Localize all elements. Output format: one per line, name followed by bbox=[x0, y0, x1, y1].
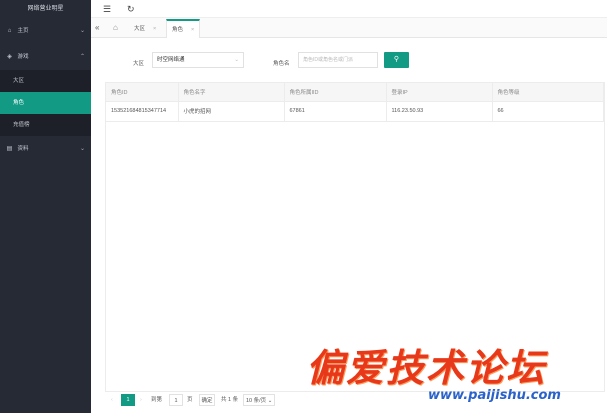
page-size-value: 10 条/页 bbox=[246, 398, 267, 404]
tab-role[interactable]: 角色 × bbox=[166, 19, 201, 38]
chevron-down-icon: ⌄ bbox=[79, 146, 85, 152]
document-icon: ▤ bbox=[6, 146, 13, 152]
home-icon[interactable]: ⌂ bbox=[113, 22, 118, 34]
sidebar-item-home[interactable]: ⌂ 主页 ⌄ bbox=[0, 18, 91, 44]
role-search-input[interactable]: 角色ID或角色名或门派 bbox=[298, 52, 378, 68]
sidebar: 网络营业明星 ⌂ 主页 ⌄ ◈ 游戏 ⌃ 大区 角色 充值榜 ▤ 资料 ⌄ bbox=[0, 0, 91, 413]
menu-toggle-icon[interactable]: ☰ bbox=[103, 3, 111, 15]
column-header: 登录IP bbox=[386, 83, 493, 102]
tab-region[interactable]: 大区 × bbox=[129, 20, 161, 38]
sidebar-item-recharge[interactable]: 充值榜 bbox=[0, 114, 91, 136]
diamond-icon: ◈ bbox=[7, 54, 12, 60]
region-select[interactable]: 时空网络通 ⌄ bbox=[152, 52, 244, 68]
column-header: 角色ID bbox=[106, 83, 179, 102]
chevron-down-icon: ⌄ bbox=[267, 398, 273, 404]
column-header: 角色等级 bbox=[492, 83, 604, 102]
goto-page-input[interactable]: 1 bbox=[169, 394, 183, 406]
prev-page-icon[interactable]: ‹ bbox=[111, 394, 113, 406]
sidebar-item-label: 资料 bbox=[17, 146, 29, 152]
sidebar-item-profile[interactable]: ▤ 资料 ⌄ bbox=[0, 136, 91, 162]
watermark-logo: 偏爱技术论坛 www.paijishu.com bbox=[300, 335, 605, 410]
page-unit-label: 页 bbox=[187, 397, 193, 403]
refresh-icon[interactable]: ↻ bbox=[127, 3, 135, 15]
sidebar-item-game[interactable]: ◈ 游戏 ⌃ bbox=[0, 44, 91, 70]
table-row[interactable]: 1535216848153477​14 小虎的招网 67861 116.23.5… bbox=[106, 101, 604, 122]
page-size-select[interactable]: 10 条/页 ⌄ bbox=[243, 394, 275, 406]
close-icon[interactable]: × bbox=[191, 27, 194, 33]
search-button[interactable]: ⚲ bbox=[384, 52, 409, 68]
close-icon[interactable]: × bbox=[153, 26, 156, 32]
goto-label: 到第 bbox=[151, 397, 163, 403]
tab-label: 角色 bbox=[172, 27, 184, 33]
table-cell: 1535216848153477​14 bbox=[106, 101, 179, 122]
table-cell: 116.23.50.93 bbox=[386, 101, 493, 122]
role-label: 角色名 bbox=[273, 61, 290, 67]
table-cell: 67861 bbox=[284, 101, 387, 122]
sidebar-item-role[interactable]: 角色 bbox=[0, 92, 91, 114]
chevron-down-icon: ⌄ bbox=[234, 57, 239, 63]
column-header: 角色名字 bbox=[178, 83, 285, 102]
sidebar-submenu-game: 大区 角色 充值榜 bbox=[0, 70, 91, 136]
chevron-up-icon: ⌃ bbox=[79, 54, 85, 60]
watermark-text: 偏爱技术论坛 bbox=[306, 345, 547, 390]
region-label: 大区 bbox=[133, 61, 145, 67]
tab-label: 大区 bbox=[134, 26, 146, 32]
filter-bar: 大区 时空网络通 ⌄ 角色名 角色ID或角色名或门派 ⚲ bbox=[91, 38, 607, 82]
table-header-row: 角色ID 角色名字 角色所属IID 登录IP 角色等级 bbox=[106, 83, 604, 102]
table-cell: 66 bbox=[492, 101, 604, 122]
column-header: 角色所属IID bbox=[284, 83, 387, 102]
sidebar-item-label: 游戏 bbox=[17, 54, 29, 60]
goto-confirm-button[interactable]: 确定 bbox=[199, 394, 215, 406]
home-icon: ⌂ bbox=[7, 28, 12, 34]
chevron-down-icon: ⌄ bbox=[79, 28, 85, 34]
top-bar: ☰ ↻ bbox=[91, 0, 607, 18]
total-count: 共 1 条 bbox=[221, 397, 239, 403]
watermark-url: www.paijishu.com bbox=[428, 388, 561, 403]
page-number-current[interactable]: 1 bbox=[121, 394, 135, 406]
region-select-value: 时空网络通 bbox=[157, 57, 185, 63]
sidebar-item-region[interactable]: 大区 bbox=[0, 70, 91, 92]
tabs-back-icon[interactable]: « bbox=[95, 22, 99, 34]
app-title: 网络营业明星 bbox=[27, 6, 64, 12]
tab-bar: « ⌂ 大区 × 角色 × bbox=[91, 18, 607, 38]
sidebar-item-label: 主页 bbox=[17, 28, 29, 34]
next-page-icon[interactable]: › bbox=[140, 394, 142, 406]
search-icon: ⚲ bbox=[393, 56, 400, 63]
table-cell: 小虎的招网 bbox=[178, 101, 285, 122]
